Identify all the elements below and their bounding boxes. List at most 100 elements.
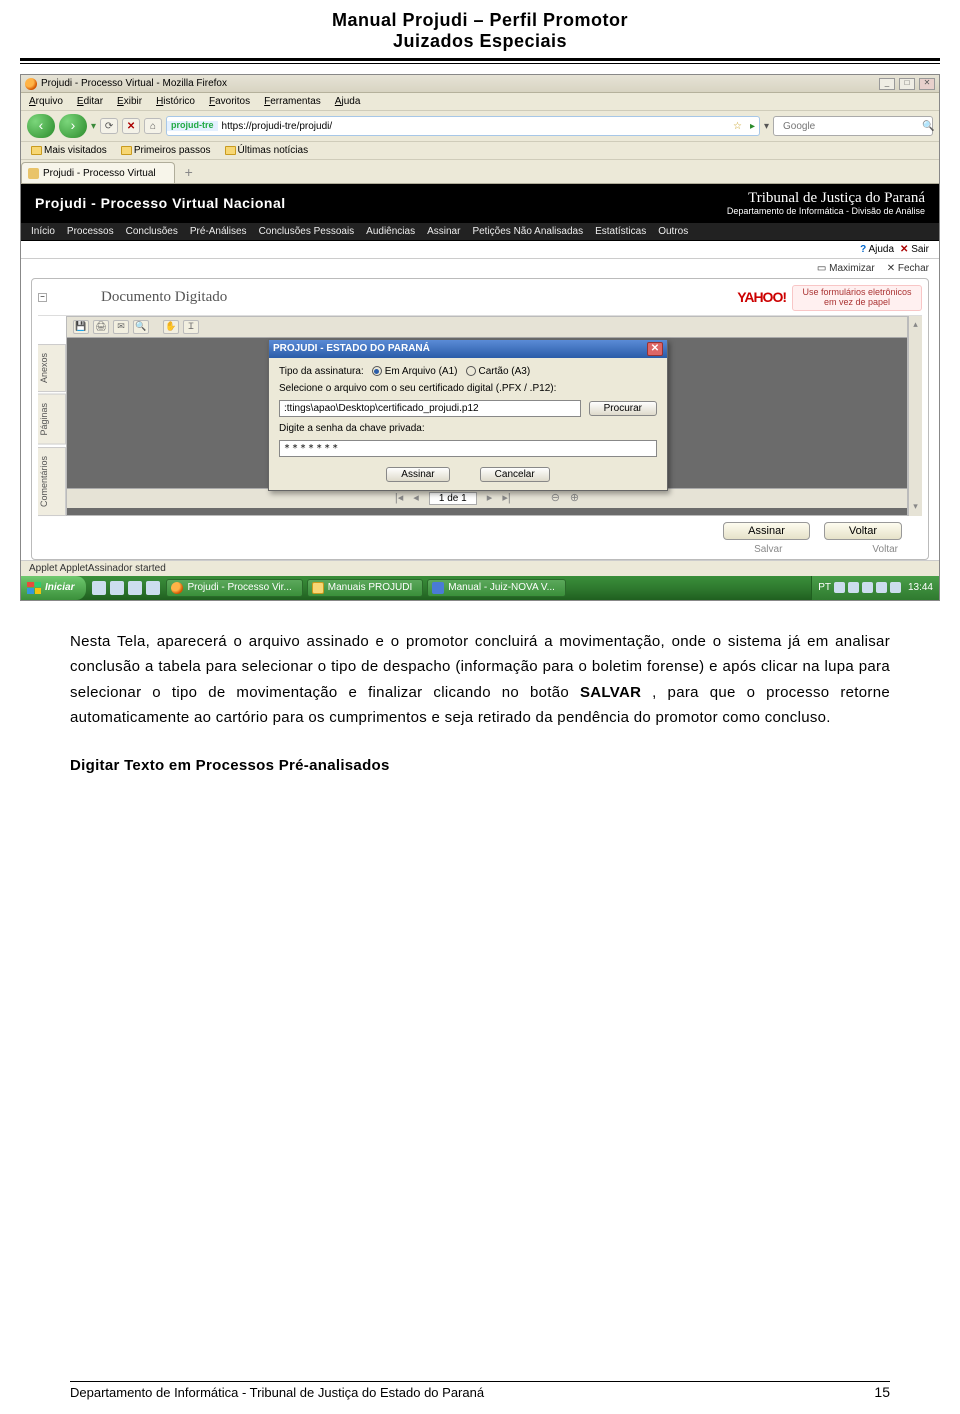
pwd-input[interactable] [279,440,657,457]
last-page-icon[interactable]: ▸| [502,492,510,504]
ql-icon[interactable] [128,581,142,595]
exit-link[interactable]: ✕ Sair [900,244,929,255]
radio-a1[interactable]: Em Arquivo (A1) [372,366,458,377]
projudi-banner: Projudi - Processo Virtual Nacional Trib… [21,184,939,222]
url-bar[interactable]: projud-tre ☆ ▸ [166,116,760,136]
search-icon[interactable]: 🔍 [133,320,149,334]
lang-indicator[interactable]: PT [818,582,831,593]
menu-exibir[interactable]: Exibir [117,96,142,107]
forward-button[interactable]: › [59,114,87,138]
menu-favoritos[interactable]: Favoritos [209,96,250,107]
pj-menu-inicio[interactable]: Início [31,226,55,237]
cert-select-label: Selecione o arquivo com o seu certificad… [279,383,657,394]
prev-page-icon[interactable]: ◂ [413,492,419,504]
taskbar-item-firefox[interactable]: Projudi - Processo Vir... [166,579,302,597]
search-box[interactable]: 🔍 [773,116,933,136]
collapse-icon[interactable]: − [38,293,47,302]
sidetab-anexos[interactable]: Anexos [38,344,66,392]
tray-icon[interactable] [862,582,873,593]
mail-icon[interactable]: ✉ [113,320,129,334]
folder-icon [312,582,324,594]
modal-cancel-button[interactable]: Cancelar [480,467,550,482]
taskbar-item-word[interactable]: Manual - Juiz-NOVA V... [427,579,566,597]
assinar-button[interactable]: Assinar [723,522,810,540]
radio-a3[interactable]: Cartão (A3) [466,366,531,377]
radio-off-icon [466,366,476,376]
maximize-panel[interactable]: ▭ Maximizar [817,263,875,274]
tab-projudi[interactable]: Projudi - Processo Virtual [21,162,175,183]
modal-close-button[interactable]: ✕ [647,342,663,356]
menu-historico[interactable]: Histórico [156,96,195,107]
browse-button[interactable]: Procurar [589,401,657,416]
close-button[interactable]: ✕ [919,78,935,90]
ql-icon[interactable] [110,581,124,595]
url-input[interactable] [218,121,729,132]
tray-icon[interactable] [890,582,901,593]
window-title: Projudi - Processo Virtual - Mozilla Fir… [41,78,227,89]
bookmark-most-visited[interactable]: Mais visitados [31,145,107,156]
search-input[interactable] [780,121,918,132]
pj-menu-conc-pess[interactable]: Conclusões Pessoais [259,226,355,237]
radio-on-icon [372,366,382,376]
zoom-out-icon[interactable]: ⊖ [551,492,560,504]
pj-menu-assinar[interactable]: Assinar [427,226,460,237]
bookmark-first-steps[interactable]: Primeiros passos [121,145,211,156]
firefox-menu-bar: Arquivo Editar Exibir Histórico Favorito… [21,93,939,111]
ql-icon[interactable] [146,581,160,595]
minimize-button[interactable]: _ [879,78,895,90]
maximize-button[interactable]: □ [899,78,915,90]
footer-text: Departamento de Informática - Tribunal d… [70,1385,484,1400]
reload-button[interactable]: ⟳ [100,118,118,134]
help-link[interactable]: ? Ajuda [860,244,894,255]
next-page-icon[interactable]: ▸ [487,492,493,504]
menu-ferramentas[interactable]: Ferramentas [264,96,321,107]
save-icon[interactable]: 💾 [73,320,89,334]
menu-ajuda[interactable]: Ajuda [335,96,361,107]
ql-icon[interactable] [92,581,106,595]
back-button[interactable]: ‹ [27,114,55,138]
start-button[interactable]: Iniciar [21,576,86,600]
select-icon[interactable]: Ɪ [183,320,199,334]
voltar-button[interactable]: Voltar [824,522,902,540]
firefox-toolbar: ‹ › ▾ ⟳ ✕ ⌂ projud-tre ☆ ▸ ▾ 🔍 [21,111,939,142]
scroll-strip[interactable]: ▴▾ [908,316,922,516]
menu-arquivo[interactable]: Arquivo [29,96,63,107]
clock[interactable]: 13:44 [908,582,933,593]
sidetab-paginas[interactable]: Páginas [38,394,66,445]
ad-box[interactable]: Use formulários eletrônicos em vez de pa… [792,285,922,311]
bookmark-star-icon[interactable]: ☆ [729,121,746,132]
hand-icon[interactable]: ✋ [163,320,179,334]
pj-menu-processos[interactable]: Processos [67,226,114,237]
site-identity[interactable]: projud-tre [167,121,218,131]
cert-path-input[interactable] [279,400,581,417]
first-page-icon[interactable]: |◂ [395,492,403,504]
banner-tribunal: Tribunal de Justiça do Paraná [727,190,925,207]
bookmark-latest-news[interactable]: Últimas notícias [225,145,309,156]
pj-menu-outros[interactable]: Outros [658,226,688,237]
pj-menu-estat[interactable]: Estatísticas [595,226,646,237]
pj-menu-aud[interactable]: Audiências [366,226,415,237]
tray-icon[interactable] [848,582,859,593]
bookmarks-toolbar: Mais visitados Primeiros passos Últimas … [21,142,939,160]
go-icon[interactable]: ▸ [746,121,759,132]
pj-menu-peticoes[interactable]: Petições Não Analisadas [472,226,583,237]
search-icon[interactable]: 🔍 [918,121,938,132]
close-panel[interactable]: ✕ Fechar [887,263,929,274]
stop-button[interactable]: ✕ [122,118,140,134]
system-tray: PT 13:44 [811,576,939,600]
taskbar-item-folder[interactable]: Manuais PROJUDI [307,579,423,597]
doc-title-line2: Juizados Especiais [70,31,890,52]
pj-menu-conclusoes[interactable]: Conclusões [126,226,178,237]
tray-icon[interactable] [876,582,887,593]
zoom-in-icon[interactable]: ⊕ [570,492,579,504]
sidetab-comentarios[interactable]: Comentários [38,447,66,516]
page-counter[interactable] [429,492,477,505]
sig-type-label: Tipo da assinatura: [279,366,364,377]
home-button[interactable]: ⌂ [144,118,162,134]
tray-icon[interactable] [834,582,845,593]
pj-menu-pre[interactable]: Pré-Análises [190,226,247,237]
menu-editar[interactable]: Editar [77,96,103,107]
modal-sign-button[interactable]: Assinar [386,467,449,482]
new-tab-button[interactable]: + [175,162,203,183]
print-icon[interactable]: 🖨 [93,320,109,334]
